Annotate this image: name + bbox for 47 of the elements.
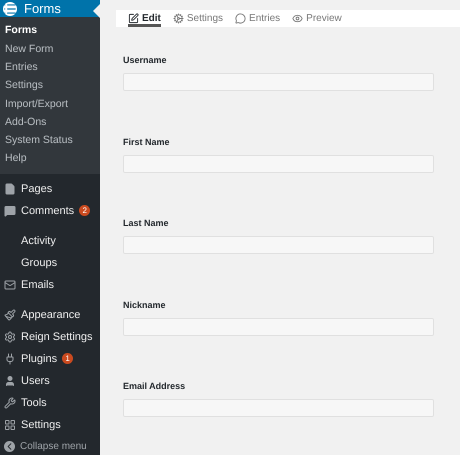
menu-item[interactable]: Groups	[21, 256, 58, 269]
count-badge: 2	[79, 205, 90, 216]
brush-icon	[4, 308, 16, 321]
menu-item[interactable]: Appearance	[21, 308, 80, 321]
gears-icon	[172, 13, 184, 24]
envelope-icon	[4, 278, 16, 291]
count-badge: 1	[62, 353, 74, 364]
tab[interactable]: Preview	[292, 10, 342, 27]
speech-bubble-icon	[4, 204, 16, 217]
tab[interactable]: Entries	[235, 10, 280, 27]
field-label: Nickname	[123, 300, 167, 310]
tab[interactable]: Settings	[172, 10, 224, 27]
menu-item[interactable]: Pages	[21, 182, 52, 195]
field-label: Email Address	[123, 381, 186, 391]
submenu-item[interactable]: Forms	[0, 21, 100, 40]
edit-icon	[128, 13, 139, 24]
collapse-icon[interactable]	[4, 440, 15, 452]
submenu-item[interactable]: System Status	[0, 131, 100, 150]
menu-item[interactable]: Users	[21, 374, 50, 387]
menu-item[interactable]: Tools	[21, 396, 47, 409]
pages-icon	[4, 182, 16, 195]
submenu-item[interactable]: Import/Export	[0, 94, 100, 113]
menu-item[interactable]: Activity	[21, 234, 56, 247]
menu-item[interactable]: Forms	[0, 0, 100, 18]
collapse-menu[interactable]: Collapse menu	[20, 440, 87, 452]
field-label: Username	[123, 55, 168, 65]
menu-item[interactable]: Reign Settings	[21, 330, 93, 343]
gear-icon	[4, 330, 16, 343]
user-icon	[4, 374, 16, 387]
eye-icon	[292, 13, 304, 24]
submenu-item[interactable]: Settings	[0, 76, 100, 94]
field-label: First Name	[123, 136, 171, 146]
tab[interactable]: Edit	[128, 10, 161, 27]
menu-item[interactable]: Settings	[21, 418, 61, 431]
menu-item[interactable]: Emails	[21, 278, 54, 291]
submenu-item[interactable]: New Form	[0, 40, 100, 58]
speech-bubble-icon	[235, 13, 246, 24]
menu-item[interactable]: Plugins	[21, 352, 58, 365]
plug-icon	[4, 352, 16, 365]
menu-item[interactable]: Comments	[21, 204, 74, 217]
field-label: Last Name	[123, 218, 170, 228]
submenu-item[interactable]: Add-Ons	[0, 112, 100, 132]
wrench-icon	[4, 396, 16, 409]
forms-icon	[3, 2, 17, 16]
submenu-item[interactable]: Entries	[0, 58, 100, 76]
submenu-item[interactable]: Help	[0, 149, 100, 168]
grid-icon	[4, 418, 16, 431]
